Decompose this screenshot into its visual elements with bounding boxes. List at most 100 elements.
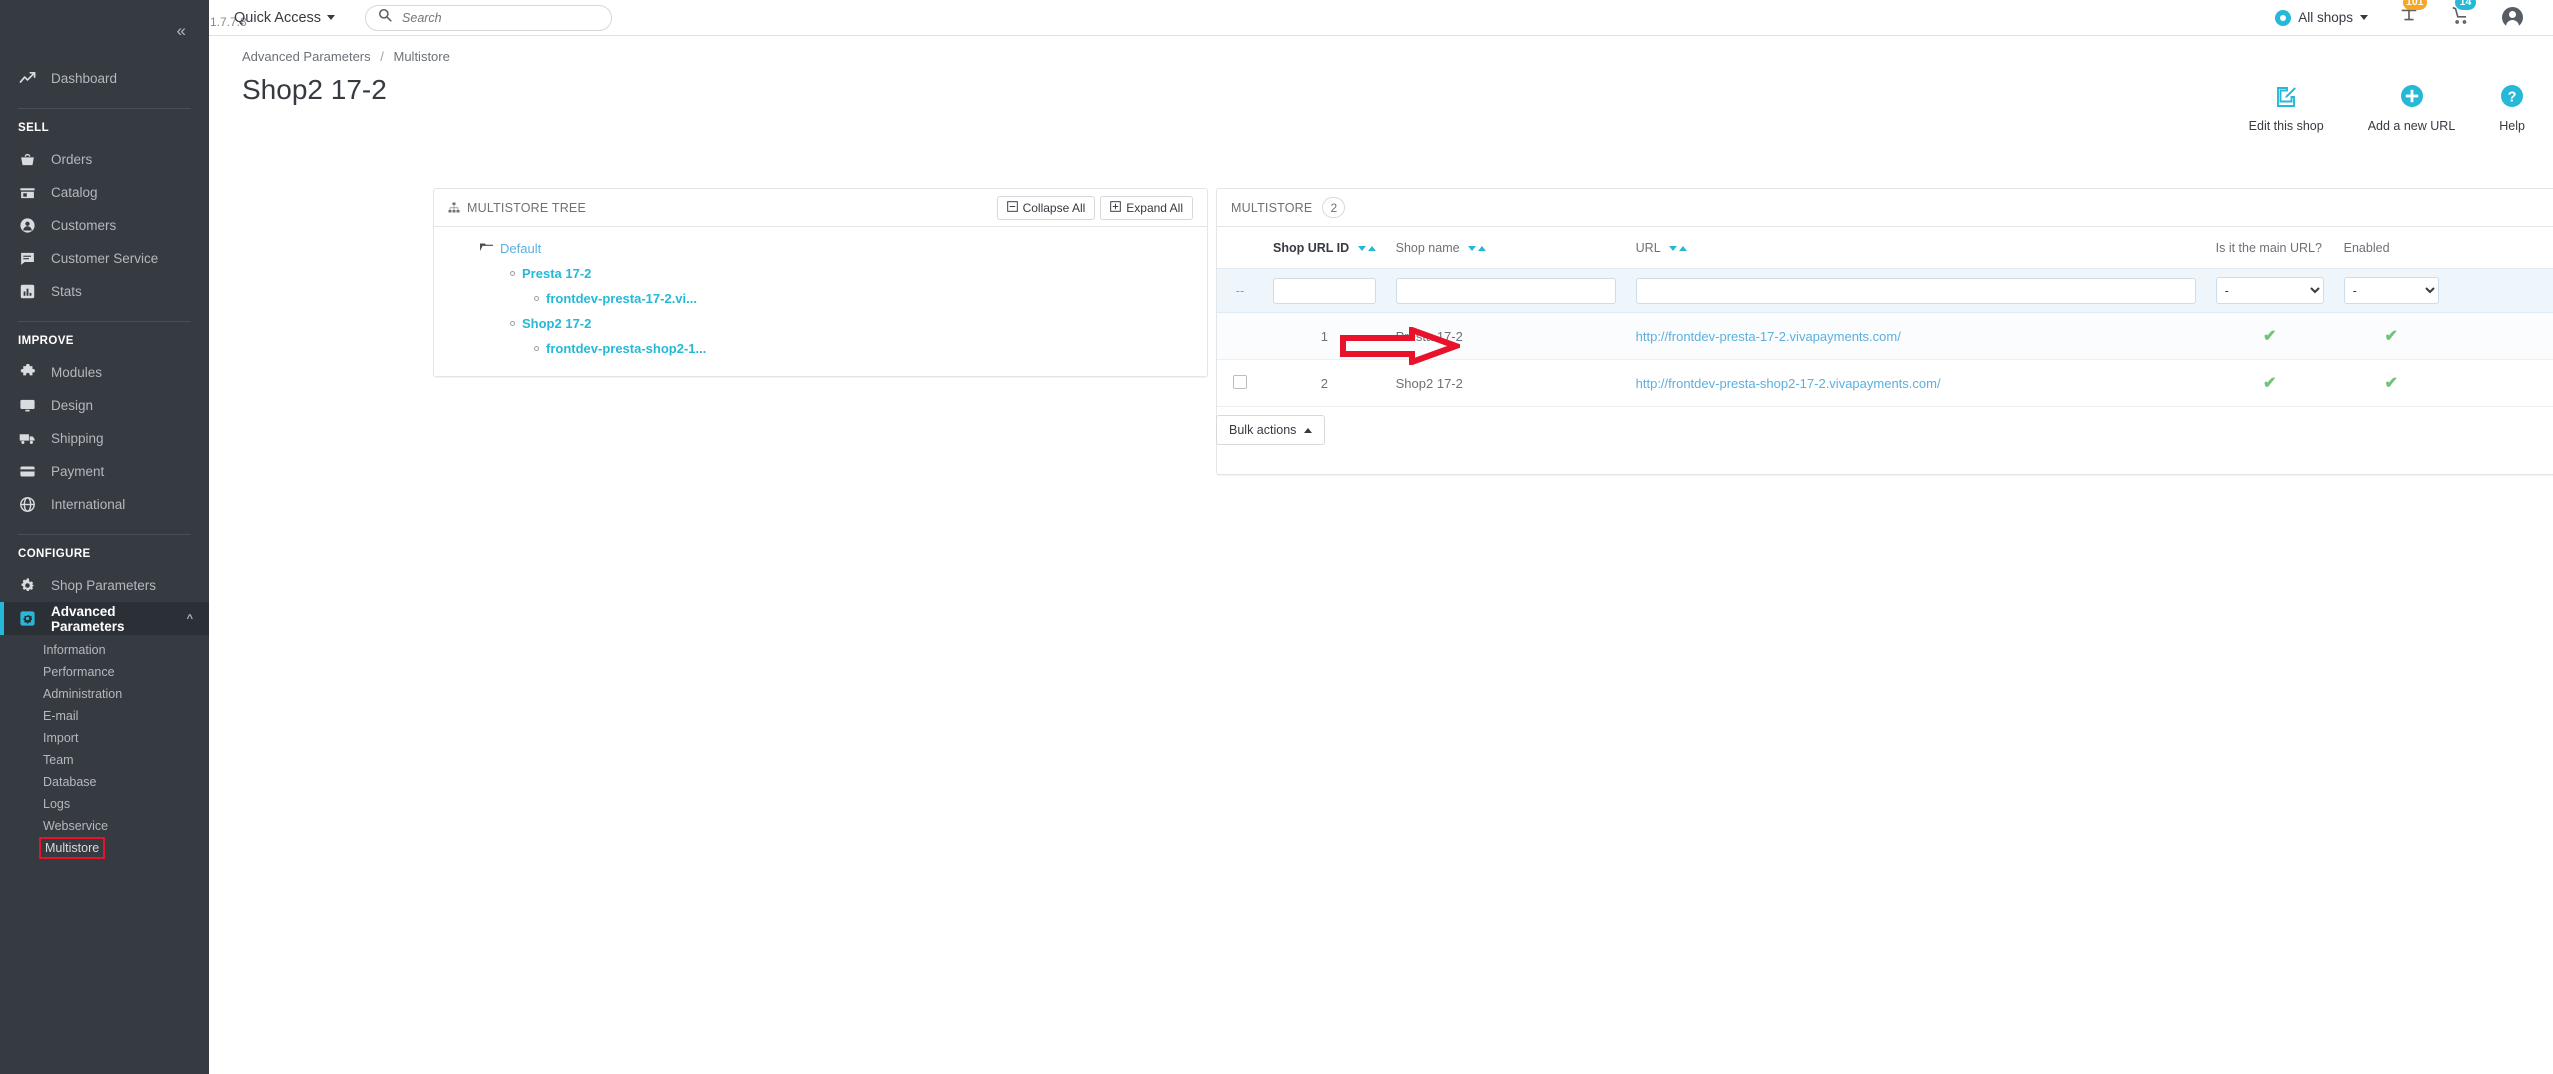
sidebar-subitem-email[interactable]: E-mail xyxy=(0,705,209,727)
expand-all-label: Expand All xyxy=(1126,201,1183,215)
sidebar-item-orders[interactable]: Orders xyxy=(0,143,209,176)
multistore-list-header: MULTISTORE 2 xyxy=(1217,189,2553,227)
filter-enabled-select[interactable]: -YesNo xyxy=(2344,277,2439,304)
sidebar-subitem-logs[interactable]: Logs xyxy=(0,793,209,815)
row-select-cell xyxy=(1217,360,1263,407)
sidebar-subitem-performance[interactable]: Performance xyxy=(0,661,209,683)
customers-notification[interactable]: 14 xyxy=(2450,4,2472,31)
sidebar-item-payment[interactable]: Payment xyxy=(0,455,209,488)
row-checkbox[interactable] xyxy=(1233,375,1247,389)
cell-url: http://frontdev-presta-shop2-17-2.vivapa… xyxy=(1626,360,2206,407)
sort-asc-icon[interactable] xyxy=(1478,246,1486,251)
th-enabled: Enabled xyxy=(2334,227,2449,269)
sidebar-subitem-multistore-label: Multistore xyxy=(43,841,101,855)
sort-desc-icon[interactable] xyxy=(1669,246,1677,251)
sidebar-item-shop-parameters[interactable]: Shop Parameters xyxy=(0,569,209,602)
filter-main-url-select[interactable]: -YesNo xyxy=(2216,277,2324,304)
sidebar-item-design[interactable]: Design xyxy=(0,389,209,422)
question-circle-icon: ? xyxy=(2500,84,2524,113)
th-is-main-url: Is it the main URL? xyxy=(2206,227,2334,269)
filter-url-input[interactable] xyxy=(1636,278,2196,304)
filter-shop-url-id-input[interactable] xyxy=(1273,278,1376,304)
url-link[interactable]: http://frontdev-presta-shop2-17-2.vivapa… xyxy=(1636,376,1941,391)
advanced-parameters-submenu: Information Performance Administration E… xyxy=(0,635,209,867)
bullet-icon xyxy=(510,321,515,326)
th-shop-name-label: Shop name xyxy=(1396,241,1460,255)
tree-header-buttons: Collapse All Expand All xyxy=(997,196,1193,220)
multistore-tree-panel: MULTISTORE TREE Collapse All Expand All xyxy=(433,188,1208,377)
sidebar-item-catalog[interactable]: Catalog xyxy=(0,176,209,209)
help-button[interactable]: ? Help xyxy=(2499,84,2525,133)
person-circle-icon xyxy=(18,216,37,235)
sort-arrows[interactable] xyxy=(1358,246,1376,251)
sort-arrows[interactable] xyxy=(1669,246,1687,251)
tree-node-label: Presta 17-2 xyxy=(522,266,591,281)
sidebar-item-advanced-parameters[interactable]: Advanced Parameters ^ xyxy=(0,602,209,635)
puzzle-icon xyxy=(18,363,37,382)
sidebar-subitem-webservice[interactable]: Webservice xyxy=(0,815,209,837)
sidebar-collapse-row: « xyxy=(0,0,209,62)
sort-asc-icon[interactable] xyxy=(1368,246,1376,251)
sort-arrows[interactable] xyxy=(1468,246,1486,251)
tree-node-presta-url[interactable]: frontdev-presta-17-2.vi... xyxy=(434,291,1207,306)
sidebar-item-customer-service[interactable]: Customer Service xyxy=(0,242,209,275)
orders-notification[interactable]: 101 xyxy=(2398,4,2420,31)
sidebar-subitem-import[interactable]: Import xyxy=(0,727,209,749)
th-shop-name[interactable]: Shop name xyxy=(1386,227,1626,269)
sidebar-item-stats[interactable]: Stats xyxy=(0,275,209,308)
all-shops-selector[interactable]: All shops xyxy=(2275,10,2368,26)
basket-icon xyxy=(18,150,37,169)
sidebar-item-international[interactable]: International xyxy=(0,488,209,521)
main-content-area: Advanced Parameters / Multistore Shop2 1… xyxy=(209,36,2553,1074)
dashboard-icon xyxy=(18,69,37,88)
user-avatar[interactable] xyxy=(2502,7,2523,28)
table-row[interactable]: 1 Presta 17-2 http://frontdev-presta-17-… xyxy=(1217,313,2553,360)
table-body: -- -YesNo -YesNo xyxy=(1217,269,2553,407)
sidebar-item-dashboard[interactable]: Dashboard xyxy=(0,62,209,95)
breadcrumb-parent-link[interactable]: Advanced Parameters xyxy=(242,49,371,64)
sort-desc-icon[interactable] xyxy=(1358,246,1366,251)
bulk-actions-button[interactable]: Bulk actions xyxy=(1216,415,1325,445)
url-link[interactable]: http://frontdev-presta-17-2.vivapayments… xyxy=(1636,329,1901,344)
tree-node-shop2[interactable]: Shop2 17-2 xyxy=(434,316,1207,331)
sort-desc-icon[interactable] xyxy=(1468,246,1476,251)
plus-box-icon xyxy=(1110,201,1121,215)
edit-this-shop-button[interactable]: Edit this shop xyxy=(2249,84,2324,133)
bulk-actions-wrapper: Bulk actions xyxy=(1216,415,1325,445)
tree-node-presta[interactable]: Presta 17-2 xyxy=(434,266,1207,281)
gear-icon xyxy=(18,576,37,595)
tree-node-root[interactable]: Default xyxy=(434,241,1207,256)
search-input[interactable] xyxy=(402,11,599,25)
table-header-row: Shop URL ID Shop name URL Is it the main… xyxy=(1217,227,2553,269)
filter-shop-name-input[interactable] xyxy=(1396,278,1616,304)
global-search-box[interactable] xyxy=(365,5,612,31)
filter-url-cell xyxy=(1626,269,2206,313)
quick-access-menu[interactable]: Quick Access xyxy=(234,10,335,26)
sidebar-subitem-administration[interactable]: Administration xyxy=(0,683,209,705)
collapse-all-button[interactable]: Collapse All xyxy=(997,196,1096,220)
table-row[interactable]: 2 Shop2 17-2 http://frontdev-presta-shop… xyxy=(1217,360,2553,407)
expand-all-button[interactable]: Expand All xyxy=(1100,196,1193,220)
breadcrumb-current: Multistore xyxy=(394,49,450,64)
sidebar-item-label: International xyxy=(51,497,125,512)
sort-asc-icon[interactable] xyxy=(1679,246,1687,251)
sidebar-subitem-multistore[interactable]: Multistore xyxy=(0,837,209,859)
tree-node-shop2-url[interactable]: frontdev-presta-shop2-1... xyxy=(434,341,1207,356)
sidebar-item-shipping[interactable]: Shipping xyxy=(0,422,209,455)
bullet-icon xyxy=(510,271,515,276)
sidebar-subitem-database[interactable]: Database xyxy=(0,771,209,793)
add-new-url-button[interactable]: Add a new URL xyxy=(2368,84,2456,133)
tree-node-label: frontdev-presta-shop2-1... xyxy=(546,341,706,356)
breadcrumb-separator: / xyxy=(380,49,384,64)
store-icon xyxy=(18,183,37,202)
sidebar-item-modules[interactable]: Modules xyxy=(0,356,209,389)
sidebar-divider-1 xyxy=(18,108,191,109)
sidebar-item-label: Shop Parameters xyxy=(51,578,156,593)
bulk-actions-label: Bulk actions xyxy=(1229,423,1296,437)
th-shop-url-id[interactable]: Shop URL ID xyxy=(1263,227,1386,269)
collapse-sidebar-icon[interactable]: « xyxy=(177,21,184,41)
sidebar-item-customers[interactable]: Customers xyxy=(0,209,209,242)
th-url[interactable]: URL xyxy=(1626,227,2206,269)
sidebar-subitem-information[interactable]: Information xyxy=(0,639,209,661)
sidebar-subitem-team[interactable]: Team xyxy=(0,749,209,771)
